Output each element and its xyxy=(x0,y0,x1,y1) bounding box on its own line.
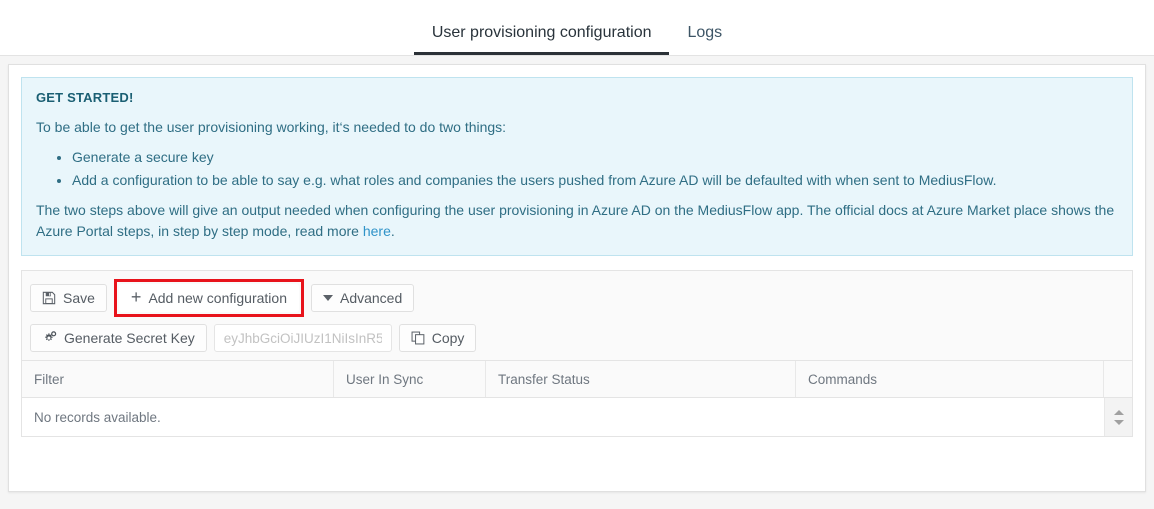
generate-secret-key-button[interactable]: Generate Secret Key xyxy=(30,324,207,353)
get-started-bullet-list: Generate a secure key Add a configuratio… xyxy=(36,147,1118,190)
column-header-commands[interactable]: Commands xyxy=(796,361,1104,398)
toolbar: Save + Add new configuration Advanced Ge… xyxy=(21,270,1133,361)
page-shell: GET STARTED! To be able to get the user … xyxy=(0,56,1154,509)
get-started-intro: To be able to get the user provisioning … xyxy=(36,119,507,135)
triangle-up-icon[interactable] xyxy=(1113,409,1124,415)
copy-icon xyxy=(411,331,425,345)
add-new-configuration-button[interactable]: + Add new configuration xyxy=(118,284,299,313)
copy-button[interactable]: Copy xyxy=(398,324,477,353)
column-header-transfer-status[interactable]: Transfer Status xyxy=(486,361,796,398)
list-item: Generate a secure key xyxy=(72,147,1118,168)
get-started-outro-text: The two steps above will give an output … xyxy=(36,202,1115,239)
configurations-grid: Filter User In Sync Transfer Status Comm… xyxy=(21,360,1133,438)
column-header-spacer xyxy=(1104,361,1132,397)
get-started-title: GET STARTED! xyxy=(36,90,134,105)
advanced-button[interactable]: Advanced xyxy=(310,284,415,313)
column-header-user-in-sync[interactable]: User In Sync xyxy=(334,361,486,398)
get-started-outro: The two steps above will give an output … xyxy=(36,200,1118,241)
add-configuration-highlight: + Add new configuration xyxy=(113,279,304,318)
plus-icon: + xyxy=(130,287,142,308)
grid-header-row: Filter User In Sync Transfer Status Comm… xyxy=(22,361,1132,399)
tab-list: User provisioning configuration Logs xyxy=(413,25,740,55)
tab-bar: User provisioning configuration Logs xyxy=(0,0,1154,56)
tab-logs[interactable]: Logs xyxy=(669,25,740,55)
tab-user-provisioning-configuration[interactable]: User provisioning configuration xyxy=(413,25,670,55)
content-card: GET STARTED! To be able to get the user … xyxy=(8,64,1146,492)
toolbar-row-primary: Save + Add new configuration Advanced xyxy=(30,279,1124,318)
floppy-disk-icon xyxy=(42,291,56,305)
save-button-label: Save xyxy=(63,290,95,307)
advanced-button-label: Advanced xyxy=(339,290,403,307)
toolbar-row-secondary: Generate Secret Key Copy xyxy=(30,324,1124,353)
copy-button-label: Copy xyxy=(431,330,465,347)
triangle-down-icon[interactable] xyxy=(1113,419,1124,425)
grid-body: No records available. xyxy=(22,398,1132,437)
column-header-filter[interactable]: Filter xyxy=(22,361,334,398)
generate-secret-key-label: Generate Secret Key xyxy=(64,330,195,347)
save-button[interactable]: Save xyxy=(30,284,107,313)
azure-docs-link[interactable]: here xyxy=(363,223,391,239)
caret-down-icon xyxy=(322,295,333,302)
grid-scroll-spinner xyxy=(1104,398,1132,437)
list-item: Add a configuration to be able to say e.… xyxy=(72,170,1118,191)
secret-key-input[interactable] xyxy=(213,324,392,353)
grid-empty-message: No records available. xyxy=(34,409,161,425)
get-started-infobox: GET STARTED! To be able to get the user … xyxy=(21,77,1133,257)
cogs-icon xyxy=(42,331,57,345)
add-new-configuration-label: Add new configuration xyxy=(148,290,287,307)
get-started-outro-period: . xyxy=(390,222,395,239)
